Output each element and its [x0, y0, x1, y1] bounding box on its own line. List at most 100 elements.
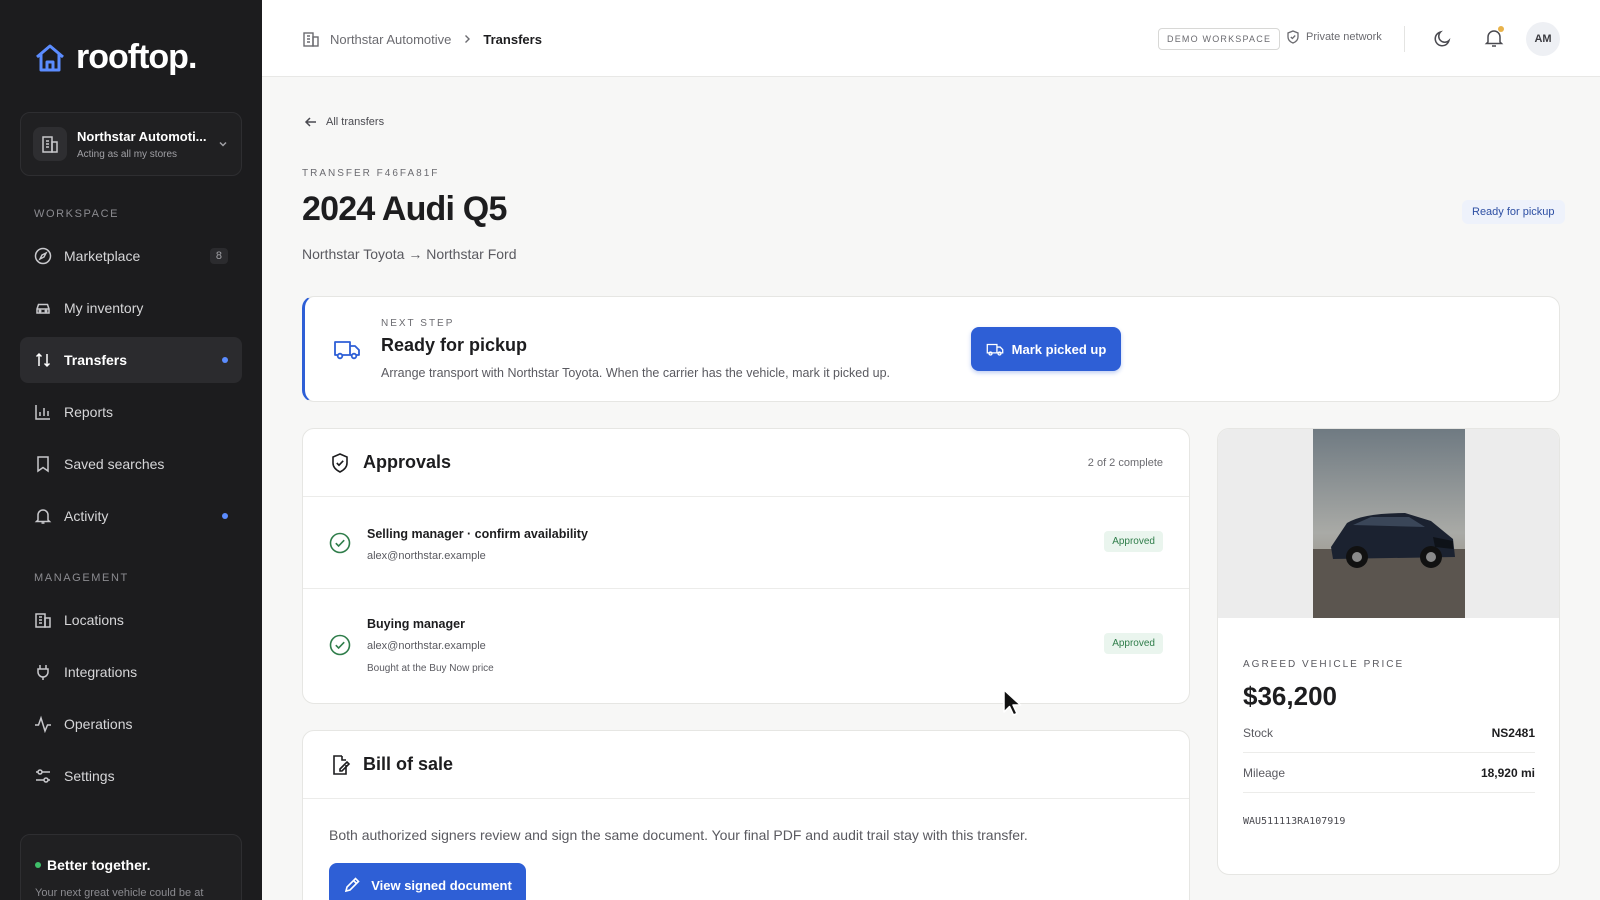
bill-of-sale-description: Both authorized signers review and sign … — [329, 827, 1028, 843]
section-label-workspace: WORKSPACE — [34, 208, 120, 220]
next-step-description: Arrange transport with Northstar Toyota.… — [381, 366, 891, 380]
transfer-route: Northstar Toyota → Northstar Ford — [302, 246, 517, 262]
unread-dot — [222, 513, 228, 519]
chevron-down-icon — [219, 141, 227, 147]
truck-icon — [986, 343, 1004, 356]
sidebar-item-marketplace[interactable]: Marketplace 8 — [20, 233, 242, 279]
sidebar-item-label: Locations — [64, 612, 124, 628]
section-label-management: MANAGEMENT — [34, 572, 129, 584]
approver-role: Buying manager — [367, 617, 465, 631]
top-bar: Northstar Automotive Transfers DEMO WORK… — [262, 0, 1600, 77]
org-name: Northstar Automoti... — [77, 128, 207, 144]
building-icon — [303, 32, 319, 47]
private-network-label: Private network — [1306, 31, 1382, 43]
sliders-icon — [36, 769, 50, 783]
bill-of-sale-panel: Bill of sale Both authorized signers rev… — [302, 730, 1190, 900]
sidebar-item-operations[interactable]: Operations — [20, 701, 242, 747]
sidebar: rooftop. Northstar Automoti... Acting as… — [0, 0, 262, 900]
promo-title: Better together. — [47, 857, 151, 873]
sidebar-item-my-inventory[interactable]: My inventory — [20, 285, 242, 331]
sidebar-item-reports[interactable]: Reports — [20, 389, 242, 435]
status-badge: Ready for pickup — [1462, 200, 1565, 224]
house-icon — [36, 44, 64, 71]
mouse-cursor-icon — [1003, 689, 1022, 716]
bar-chart-icon — [35, 405, 50, 420]
sidebar-item-transfers[interactable]: Transfers — [20, 337, 242, 383]
sidebar-item-locations[interactable]: Locations — [20, 597, 242, 643]
spec-key: Mileage — [1243, 765, 1286, 780]
approver-email: alex@northstar.example — [367, 550, 486, 562]
approvals-progress: 2 of 2 complete — [1087, 456, 1163, 469]
org-subtitle: Acting as all my stores — [77, 148, 178, 160]
demo-workspace-badge: DEMO WORKSPACE — [1158, 28, 1281, 50]
sidebar-item-activity[interactable]: Activity — [20, 493, 242, 539]
approver-email: alex@northstar.example — [367, 640, 486, 652]
org-switcher[interactable]: Northstar Automoti... Acting as all my s… — [20, 112, 242, 176]
notification-dot — [1498, 26, 1504, 32]
arrows-updown-icon — [35, 352, 51, 368]
sidebar-item-label: Marketplace — [64, 248, 141, 264]
shield-check-icon — [1287, 30, 1299, 44]
spec-value: NS2481 — [1491, 725, 1535, 740]
transfer-id: TRANSFER F46FA81F — [302, 168, 440, 179]
unread-dot — [222, 357, 228, 363]
check-circle-icon — [329, 532, 351, 554]
sidebar-item-settings[interactable]: Settings — [20, 753, 242, 799]
pen-icon — [345, 877, 360, 893]
approved-badge: Approved — [1104, 633, 1163, 654]
shield-check-icon — [332, 452, 348, 473]
bell-icon — [34, 509, 52, 524]
breadcrumb-current: Transfers — [483, 31, 542, 47]
vin: WAU511113RA107919 — [1243, 816, 1346, 827]
private-network-indicator: Private network — [1286, 30, 1382, 44]
sidebar-item-label: My inventory — [64, 300, 144, 316]
chevron-right-icon — [465, 35, 471, 43]
approvals-title: Approvals — [363, 452, 452, 472]
sidebar-item-label: Reports — [64, 404, 114, 420]
page-title: 2024 Audi Q5 — [302, 190, 507, 228]
approver-role: Selling manager · confirm availability — [367, 527, 588, 541]
mark-picked-up-label: Mark picked up — [1011, 341, 1107, 357]
building-icon — [35, 613, 51, 628]
agreed-price: $36,200 — [1243, 681, 1337, 711]
view-signed-document-label: View signed document — [371, 877, 512, 893]
approval-note: Bought at the Buy Now price — [367, 663, 494, 674]
document-edit-icon — [333, 754, 351, 775]
sidebar-item-label: Operations — [64, 716, 133, 732]
next-step-label: NEXT STEP — [381, 318, 455, 329]
back-link-label: All transfers — [326, 116, 385, 128]
sidebar-item-saved-searches[interactable]: Saved searches — [20, 441, 242, 487]
divider — [1404, 26, 1405, 52]
approval-row: Buying manager alex@northstar.example Bo… — [303, 589, 1189, 703]
promo-card[interactable]: Better together. Your next great vehicle… — [20, 834, 242, 900]
approvals-panel: Approvals 2 of 2 complete Selling manage… — [302, 428, 1190, 704]
mark-picked-up-button[interactable]: Mark picked up — [971, 327, 1121, 371]
sidebar-item-integrations[interactable]: Integrations — [20, 649, 242, 695]
breadcrumb: Northstar Automotive Transfers — [302, 30, 542, 48]
bookmark-icon — [37, 456, 49, 473]
activity-icon — [35, 715, 51, 733]
approvals-header: Approvals 2 of 2 complete — [303, 429, 1189, 497]
sidebar-item-label: Settings — [64, 768, 115, 784]
approved-badge: Approved — [1104, 531, 1163, 552]
next-step-card: NEXT STEP Ready for pickup Arrange trans… — [302, 296, 1560, 402]
moon-icon[interactable] — [1432, 27, 1454, 49]
breadcrumb-org[interactable]: Northstar Automotive — [330, 32, 451, 47]
truck-icon — [334, 341, 360, 360]
compass-icon — [34, 247, 52, 265]
spec-row-stock: Stock NS2481 — [1243, 713, 1535, 753]
view-signed-document-button[interactable]: View signed document — [329, 863, 526, 900]
vehicle-photo[interactable] — [1313, 429, 1465, 618]
spec-key: Stock — [1243, 725, 1274, 740]
approval-row: Selling manager · confirm availability a… — [303, 497, 1189, 589]
sidebar-item-label: Activity — [64, 508, 109, 524]
next-step-title: Ready for pickup — [381, 335, 528, 355]
bill-of-sale-header: Bill of sale — [303, 731, 1189, 799]
avatar[interactable]: AM — [1526, 22, 1560, 56]
bill-of-sale-title: Bill of sale — [363, 754, 454, 774]
spec-row-mileage: Mileage 18,920 mi — [1243, 753, 1535, 793]
app-logo[interactable]: rooftop. — [34, 38, 197, 77]
app-name: rooftop. — [76, 38, 197, 76]
arrow-left-icon — [304, 117, 316, 127]
back-to-transfers-link[interactable]: All transfers — [304, 115, 384, 129]
